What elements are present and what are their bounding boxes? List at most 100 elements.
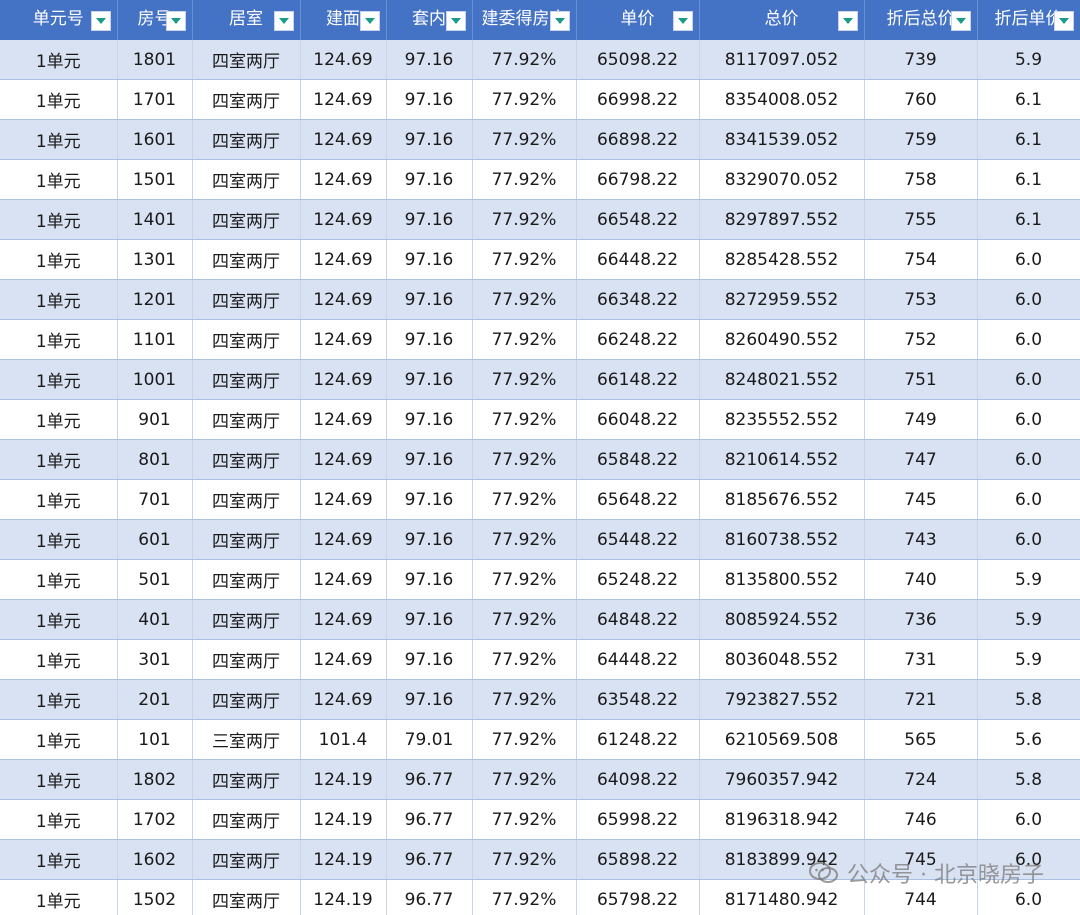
- table-cell[interactable]: 8183899.942: [699, 839, 865, 880]
- table-cell[interactable]: 65098.22: [576, 40, 700, 80]
- filter-dropdown-icon[interactable]: [950, 11, 971, 31]
- table-cell[interactable]: 66898.22: [576, 119, 700, 160]
- table-cell[interactable]: 四室两厅: [192, 519, 301, 560]
- table-cell[interactable]: 1单元: [0, 479, 118, 520]
- table-cell[interactable]: 77.92%: [472, 799, 577, 840]
- filter-dropdown-icon[interactable]: [672, 11, 693, 31]
- table-cell[interactable]: 四室两厅: [192, 599, 301, 640]
- table-cell[interactable]: 1单元: [0, 359, 118, 400]
- table-cell[interactable]: 61248.22: [576, 719, 700, 760]
- table-cell[interactable]: 65648.22: [576, 479, 700, 520]
- filter-dropdown-icon[interactable]: [273, 11, 294, 31]
- table-cell[interactable]: 1001: [117, 359, 193, 400]
- table-cell[interactable]: 124.19: [300, 799, 387, 840]
- table-cell[interactable]: 1单元: [0, 439, 118, 480]
- table-cell[interactable]: 1701: [117, 79, 193, 120]
- table-cell[interactable]: 124.69: [300, 319, 387, 360]
- table-cell[interactable]: 124.69: [300, 639, 387, 680]
- table-cell[interactable]: 97.16: [386, 79, 473, 120]
- table-cell[interactable]: 101: [117, 719, 193, 760]
- table-cell[interactable]: 124.69: [300, 559, 387, 600]
- table-cell[interactable]: 1单元: [0, 759, 118, 800]
- table-cell[interactable]: 124.69: [300, 519, 387, 560]
- filter-dropdown-icon[interactable]: [1053, 11, 1074, 31]
- table-cell[interactable]: 8171480.942: [699, 879, 865, 915]
- table-cell[interactable]: 77.92%: [472, 759, 577, 800]
- table-cell[interactable]: 5.9: [977, 639, 1080, 680]
- table-cell[interactable]: 四室两厅: [192, 839, 301, 880]
- table-cell[interactable]: 77.92%: [472, 599, 577, 640]
- table-cell[interactable]: 124.19: [300, 879, 387, 915]
- table-cell[interactable]: 97.16: [386, 279, 473, 320]
- table-cell[interactable]: 97.16: [386, 599, 473, 640]
- table-cell[interactable]: 77.92%: [472, 519, 577, 560]
- table-cell[interactable]: 8297897.552: [699, 199, 865, 240]
- table-cell[interactable]: 740: [864, 559, 978, 600]
- table-cell[interactable]: 66148.22: [576, 359, 700, 400]
- table-cell[interactable]: 6.1: [977, 199, 1080, 240]
- table-cell[interactable]: 101.4: [300, 719, 387, 760]
- table-cell[interactable]: 701: [117, 479, 193, 520]
- table-cell[interactable]: 96.77: [386, 839, 473, 880]
- table-cell[interactable]: 6210569.508: [699, 719, 865, 760]
- table-cell[interactable]: 77.92%: [472, 319, 577, 360]
- table-cell[interactable]: 四室两厅: [192, 319, 301, 360]
- table-cell[interactable]: 5.8: [977, 679, 1080, 720]
- table-cell[interactable]: 6.0: [977, 799, 1080, 840]
- table-cell[interactable]: 1502: [117, 879, 193, 915]
- table-cell[interactable]: 8260490.552: [699, 319, 865, 360]
- table-cell[interactable]: 6.0: [977, 879, 1080, 915]
- table-cell[interactable]: 63548.22: [576, 679, 700, 720]
- table-cell[interactable]: 124.69: [300, 599, 387, 640]
- table-cell[interactable]: 64448.22: [576, 639, 700, 680]
- filter-dropdown-icon[interactable]: [445, 11, 466, 31]
- table-cell[interactable]: 6.0: [977, 239, 1080, 280]
- table-cell[interactable]: 1单元: [0, 159, 118, 200]
- table-cell[interactable]: 97.16: [386, 319, 473, 360]
- table-cell[interactable]: 6.0: [977, 479, 1080, 520]
- table-cell[interactable]: 97.16: [386, 399, 473, 440]
- table-cell[interactable]: 124.69: [300, 40, 387, 80]
- table-cell[interactable]: 1单元: [0, 40, 118, 80]
- table-cell[interactable]: 1单元: [0, 719, 118, 760]
- table-cell[interactable]: 97.16: [386, 439, 473, 480]
- filter-dropdown-icon[interactable]: [837, 11, 858, 31]
- table-cell[interactable]: 77.92%: [472, 40, 577, 80]
- filter-dropdown-icon[interactable]: [549, 11, 570, 31]
- table-cell[interactable]: 601: [117, 519, 193, 560]
- table-cell[interactable]: 1501: [117, 159, 193, 200]
- table-cell[interactable]: 8085924.552: [699, 599, 865, 640]
- table-cell[interactable]: 1单元: [0, 879, 118, 915]
- table-cell[interactable]: 6.0: [977, 359, 1080, 400]
- table-cell[interactable]: 7923827.552: [699, 679, 865, 720]
- table-cell[interactable]: 201: [117, 679, 193, 720]
- table-cell[interactable]: 1802: [117, 759, 193, 800]
- table-cell[interactable]: 124.69: [300, 119, 387, 160]
- table-cell[interactable]: 8354008.052: [699, 79, 865, 120]
- table-cell[interactable]: 124.69: [300, 239, 387, 280]
- table-cell[interactable]: 1702: [117, 799, 193, 840]
- table-cell[interactable]: 751: [864, 359, 978, 400]
- table-cell[interactable]: 77.92%: [472, 399, 577, 440]
- table-cell[interactable]: 8135800.552: [699, 559, 865, 600]
- table-cell[interactable]: 77.92%: [472, 639, 577, 680]
- table-cell[interactable]: 77.92%: [472, 839, 577, 880]
- table-cell[interactable]: 66548.22: [576, 199, 700, 240]
- table-cell[interactable]: 8036048.552: [699, 639, 865, 680]
- table-cell[interactable]: 1单元: [0, 559, 118, 600]
- table-cell[interactable]: 65248.22: [576, 559, 700, 600]
- table-cell[interactable]: 77.92%: [472, 679, 577, 720]
- table-cell[interactable]: 79.01: [386, 719, 473, 760]
- table-cell[interactable]: 8210614.552: [699, 439, 865, 480]
- table-cell[interactable]: 97.16: [386, 119, 473, 160]
- table-cell[interactable]: 124.69: [300, 79, 387, 120]
- table-cell[interactable]: 三室两厅: [192, 719, 301, 760]
- table-cell[interactable]: 6.1: [977, 79, 1080, 120]
- table-cell[interactable]: 1201: [117, 279, 193, 320]
- table-cell[interactable]: 124.69: [300, 199, 387, 240]
- table-cell[interactable]: 565: [864, 719, 978, 760]
- table-cell[interactable]: 8160738.552: [699, 519, 865, 560]
- table-cell[interactable]: 401: [117, 599, 193, 640]
- table-cell[interactable]: 8285428.552: [699, 239, 865, 280]
- table-cell[interactable]: 124.19: [300, 759, 387, 800]
